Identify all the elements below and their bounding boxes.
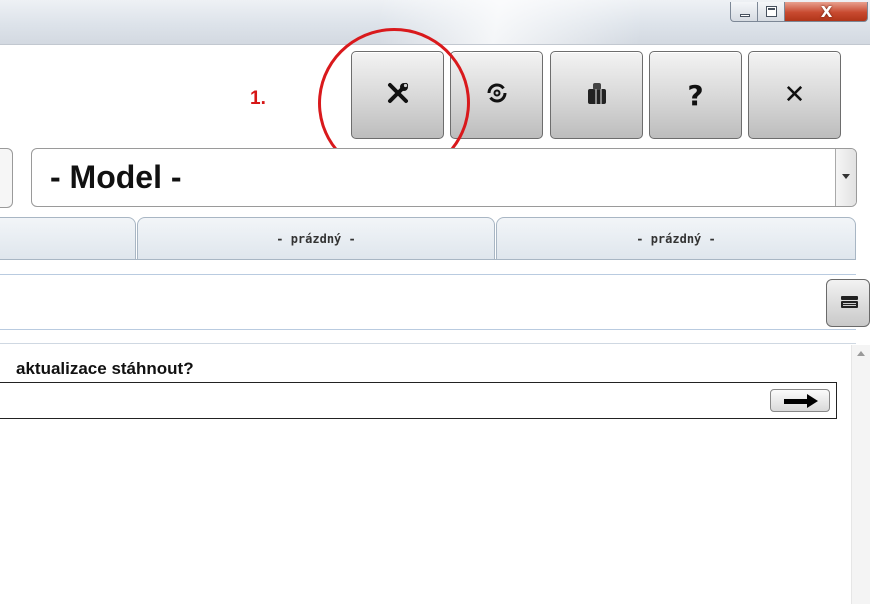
- tab-0[interactable]: [0, 217, 136, 259]
- search-input[interactable]: [0, 276, 820, 328]
- question-text: aktualizace stáhnout?: [16, 359, 194, 378]
- model-selected-value: - Model -: [50, 159, 182, 195]
- next-button[interactable]: [770, 389, 830, 412]
- tools-icon: [386, 81, 410, 109]
- model-dropdown[interactable]: - Model -: [31, 148, 857, 207]
- maximize-icon: [766, 6, 777, 17]
- close-icon: X: [820, 3, 833, 21]
- packages-button[interactable]: [550, 51, 643, 139]
- arrow-right-icon: [784, 399, 809, 404]
- question-icon: ?: [687, 78, 704, 112]
- vertical-scrollbar[interactable]: [851, 345, 870, 604]
- search-bottom-divider: [0, 329, 856, 330]
- tab-divider: [0, 259, 856, 260]
- exit-button[interactable]: ✕: [748, 51, 841, 139]
- box-icon: [586, 81, 608, 109]
- update-icon: [486, 82, 508, 108]
- tab-label: - prázdný -: [276, 232, 356, 246]
- tab-1[interactable]: - prázdný -: [137, 217, 495, 259]
- scroll-up-icon[interactable]: [857, 351, 865, 356]
- tab-2[interactable]: - prázdný -: [496, 217, 856, 259]
- window-maximize-button[interactable]: [758, 2, 785, 22]
- minimize-icon: [740, 14, 750, 17]
- titlebar-gloss: [380, 0, 640, 44]
- keyboard-button[interactable]: [826, 279, 870, 327]
- answer-row[interactable]: [0, 382, 837, 419]
- close-icon: ✕: [783, 80, 806, 110]
- brand-select-edge[interactable]: [0, 148, 13, 208]
- window-titlebar: X: [0, 0, 870, 45]
- content-divider: [0, 343, 856, 344]
- window-close-button[interactable]: X: [785, 2, 868, 22]
- chevron-down-icon[interactable]: [835, 149, 856, 206]
- keyboard-icon: [841, 296, 858, 308]
- step-annotation: 1.: [250, 88, 266, 109]
- settings-button[interactable]: [351, 51, 444, 139]
- update-button[interactable]: [450, 51, 543, 139]
- arrow-right-icon-head: [807, 394, 818, 408]
- tab-label: - prázdný -: [636, 232, 716, 246]
- search-top-divider: [0, 274, 856, 275]
- window-minimize-button[interactable]: [730, 2, 758, 22]
- help-button[interactable]: ?: [649, 51, 742, 139]
